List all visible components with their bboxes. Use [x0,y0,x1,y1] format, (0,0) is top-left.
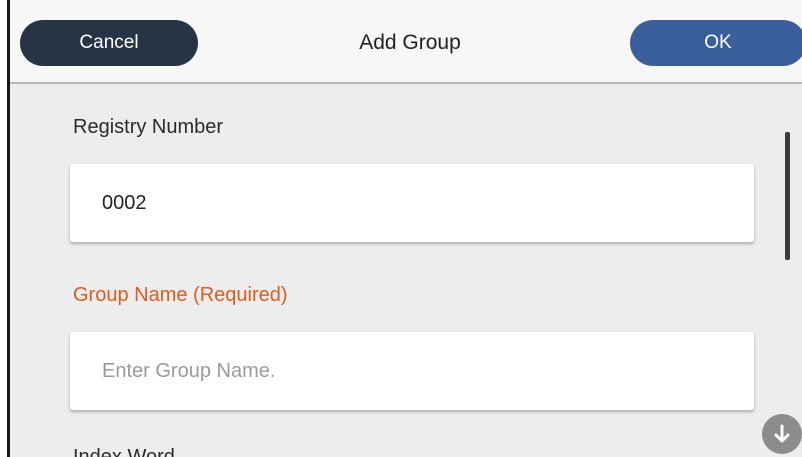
scroll-down-button[interactable] [762,414,802,454]
arrow-down-icon [774,424,790,443]
index-word-label: Index Word [73,446,175,457]
registry-number-label: Registry Number [73,116,224,138]
add-group-screen: Cancel Add Group OK Registry Number 0002… [7,0,802,457]
page-title: Add Group [359,31,461,54]
group-name-label: Group Name (Required) [73,284,288,306]
cancel-button[interactable]: Cancel [20,20,198,66]
scrollbar[interactable] [785,132,790,260]
group-name-field[interactable]: Enter Group Name. [70,332,754,410]
header-bar: Cancel Add Group OK [10,0,802,84]
ok-button[interactable]: OK [630,20,802,66]
registry-number-field[interactable]: 0002 [70,164,754,242]
